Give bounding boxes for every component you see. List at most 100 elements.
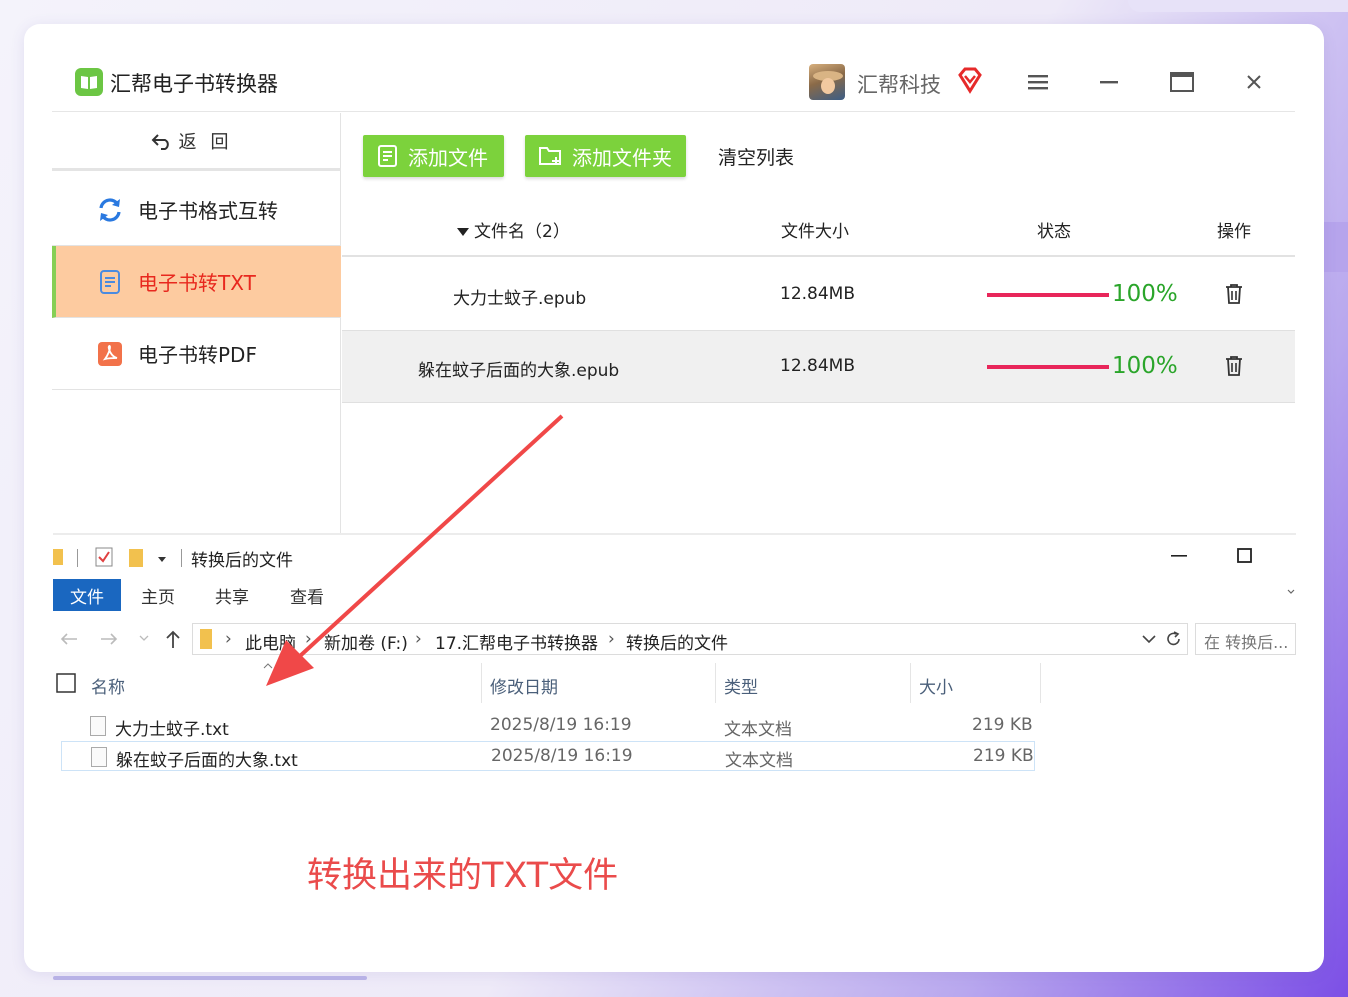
file-size: 219 KB	[973, 746, 1034, 766]
nav-item-label: 电子书转TXT	[138, 271, 256, 295]
file-explorer-window: 转换后的文件 文件 主页 共享 查看 › 此电脑 › 新加卷 (F:) › 17…	[53, 533, 1296, 945]
breadcrumb-item[interactable]: 17.汇帮电子书转换器	[435, 629, 598, 654]
file-name: 躲在蚊子后面的大象.epub	[418, 361, 620, 381]
address-bar[interactable]: › 此电脑 › 新加卷 (F:) › 17.汇帮电子书转换器 › 转换后的文件	[192, 623, 1188, 655]
name-column-header[interactable]: 名称	[91, 673, 125, 698]
app-logo-icon	[75, 68, 103, 96]
table-row[interactable]: 躲在蚊子后面的大象.epub 12.84MB 100%	[342, 331, 1295, 403]
add-folder-label: 添加文件夹	[572, 145, 672, 170]
select-all-checkbox[interactable]	[56, 673, 76, 693]
search-input[interactable]: 在 转换后...	[1195, 623, 1296, 655]
background-decoration	[1320, 222, 1348, 272]
sort-up-icon	[263, 663, 273, 669]
refresh-icon[interactable]	[1165, 630, 1183, 648]
progress-percent: 100%	[1112, 281, 1178, 307]
tab-view[interactable]: 查看	[290, 579, 324, 611]
status-column-header: 状态	[1037, 222, 1071, 242]
sidebar: 返回 电子书格式互转 电子书转TXT 电子书转PDF	[52, 113, 341, 534]
txt-doc-icon	[96, 268, 124, 296]
user-avatar[interactable]	[809, 64, 845, 100]
maximize-icon[interactable]	[1237, 548, 1253, 564]
size-column-header: 文件大小	[781, 222, 849, 242]
breadcrumb-separator: ›	[305, 629, 312, 649]
tab-share[interactable]: 共享	[215, 579, 249, 611]
add-folder-icon	[539, 147, 561, 165]
file-type: 文本文档	[725, 751, 793, 771]
tab-file[interactable]: 文件	[53, 579, 121, 611]
background-decoration	[1128, 0, 1348, 12]
delete-icon[interactable]	[1224, 283, 1244, 310]
type-column-header[interactable]: 类型	[724, 673, 758, 698]
back-arrow-icon[interactable]	[59, 631, 79, 647]
file-name: 大力士蚊子.epub	[453, 289, 587, 309]
nav-item-to-txt[interactable]: 电子书转TXT	[52, 246, 341, 318]
file-row[interactable]: 大力士蚊子.txt 2025/8/19 16:19 文本文档 219 KB	[61, 711, 1035, 741]
text-file-icon	[90, 716, 106, 736]
vip-diamond-icon[interactable]	[956, 66, 984, 94]
nav-item-to-pdf[interactable]: 电子书转PDF	[52, 318, 341, 390]
file-date: 2025/8/19 16:19	[491, 746, 633, 766]
tab-home[interactable]: 主页	[141, 579, 175, 611]
converter-app-window: 汇帮电子书转换器 汇帮科技 返回 电子书格式互转 电子书转TXT 电子书转PDF…	[52, 52, 1295, 534]
address-row: › 此电脑 › 新加卷 (F:) › 17.汇帮电子书转换器 › 转换后的文件 …	[53, 621, 1296, 659]
file-size: 12.84MB	[780, 284, 855, 304]
back-button[interactable]: 返回	[52, 113, 341, 171]
progress-bar	[987, 293, 1109, 297]
column-headers: 名称 修改日期 类型 大小	[53, 663, 1296, 703]
nav-item-format-convert[interactable]: 电子书格式互转	[52, 174, 341, 246]
folder-icon[interactable]	[53, 549, 63, 565]
column-divider	[910, 663, 911, 703]
breadcrumb-item[interactable]: 新加卷 (F:)	[324, 629, 408, 654]
file-date: 2025/8/19 16:19	[490, 715, 632, 735]
close-icon[interactable]	[1240, 68, 1268, 96]
add-file-label: 添加文件	[408, 145, 488, 170]
folder-icon	[200, 629, 212, 649]
minimize-icon[interactable]	[1171, 555, 1187, 559]
menu-icon[interactable]	[1024, 68, 1052, 96]
ribbon-tabs: 文件 主页 共享 查看	[53, 579, 1296, 613]
file-type: 文本文档	[724, 720, 792, 740]
nav-item-label: 电子书转PDF	[138, 343, 257, 367]
progress-percent: 100%	[1112, 353, 1178, 379]
add-file-button[interactable]: 添加文件	[363, 135, 504, 177]
add-file-icon	[378, 145, 397, 167]
breadcrumb-separator: ›	[415, 629, 422, 649]
breadcrumb-item[interactable]: 此电脑	[245, 629, 296, 654]
sort-down-icon	[457, 228, 469, 236]
back-label: 返回	[178, 131, 243, 153]
forward-arrow-icon[interactable]	[99, 631, 119, 647]
company-name: 汇帮科技	[857, 73, 941, 97]
scroll-indicator	[53, 976, 367, 980]
add-folder-button[interactable]: 添加文件夹	[525, 135, 686, 177]
maximize-icon[interactable]	[1168, 68, 1196, 96]
file-name: 躲在蚊子后面的大象.txt	[116, 751, 298, 771]
name-header-label: 文件名（2）	[474, 222, 570, 242]
nav-item-label: 电子书格式互转	[138, 199, 278, 223]
expand-ribbon-icon[interactable]	[1287, 589, 1295, 595]
quick-access-toolbar: 转换后的文件	[53, 535, 1296, 579]
recent-locations-icon[interactable]	[139, 635, 149, 643]
address-dropdown-icon[interactable]	[1142, 635, 1156, 644]
name-column-header[interactable]: 文件名（2）	[456, 217, 570, 242]
title-bar: 汇帮电子书转换器 汇帮科技	[52, 52, 1295, 112]
delete-icon[interactable]	[1224, 355, 1244, 382]
refresh-icon	[96, 196, 124, 224]
dropdown-icon[interactable]	[157, 555, 167, 563]
column-divider	[481, 663, 482, 703]
clear-list-button[interactable]: 清空列表	[718, 143, 794, 170]
up-arrow-icon[interactable]	[165, 629, 181, 649]
breadcrumb-item[interactable]: 转换后的文件	[626, 629, 728, 654]
file-size: 219 KB	[972, 715, 1033, 735]
annotation-text: 转换出来的TXT文件	[307, 856, 619, 896]
size-column-header[interactable]: 大小	[919, 673, 953, 698]
file-row[interactable]: 躲在蚊子后面的大象.txt 2025/8/19 16:19 文本文档 219 K…	[61, 741, 1035, 771]
new-folder-icon[interactable]	[129, 549, 143, 567]
properties-icon[interactable]	[95, 547, 113, 567]
date-column-header[interactable]: 修改日期	[490, 673, 558, 698]
divider	[77, 549, 78, 567]
pdf-icon	[96, 340, 124, 368]
table-row[interactable]: 大力士蚊子.epub 12.84MB 100%	[342, 259, 1295, 331]
explorer-title: 转换后的文件	[191, 551, 293, 571]
text-file-icon	[91, 747, 107, 767]
minimize-icon[interactable]	[1096, 68, 1124, 96]
